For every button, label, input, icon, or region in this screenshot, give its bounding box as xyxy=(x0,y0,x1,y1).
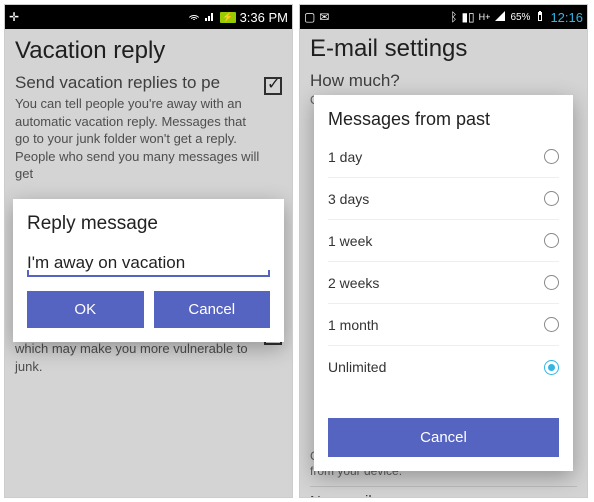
option-2-weeks[interactable]: 2 weeks xyxy=(328,262,559,304)
message-icon: ✉ xyxy=(319,10,329,24)
radio-icon xyxy=(544,360,559,375)
screenshot-icon: ▢ xyxy=(304,10,315,24)
option-1-week[interactable]: 1 week xyxy=(328,220,559,262)
cancel-button[interactable]: Cancel xyxy=(328,418,559,457)
option-label: Unlimited xyxy=(328,359,386,375)
battery-text: 65% xyxy=(510,12,530,23)
bluetooth-icon: ᛒ xyxy=(450,10,457,24)
option-label: 2 weeks xyxy=(328,275,379,291)
signal-icon xyxy=(204,10,216,25)
option-label: 1 week xyxy=(328,233,372,249)
option-label: 1 day xyxy=(328,149,362,165)
option-3-days[interactable]: 3 days xyxy=(328,178,559,220)
vibrate-icon: ▮▯ xyxy=(461,10,474,24)
battery-icon xyxy=(534,10,546,25)
radio-icon xyxy=(544,275,559,290)
radio-icon xyxy=(544,149,559,164)
gps-icon: ✛ xyxy=(9,10,19,24)
options-list: 1 day 3 days 1 week 2 weeks xyxy=(328,136,559,412)
clock-text: 3:36 PM xyxy=(240,10,288,25)
data-icon: H+ xyxy=(479,12,491,22)
signal-icon xyxy=(494,10,506,25)
battery-icon: ⚡ xyxy=(220,12,235,23)
radio-icon xyxy=(544,233,559,248)
messages-from-past-dialog: Messages from past 1 day 3 days 1 week xyxy=(314,95,573,471)
option-label: 3 days xyxy=(328,191,369,207)
option-1-month[interactable]: 1 month xyxy=(328,304,559,346)
reply-message-input[interactable] xyxy=(27,253,270,273)
cancel-button[interactable]: Cancel xyxy=(154,291,271,328)
option-label: 1 month xyxy=(328,317,379,333)
option-1-day[interactable]: 1 day xyxy=(328,136,559,178)
radio-icon xyxy=(544,317,559,332)
reply-message-dialog: Reply message OK Cancel xyxy=(13,199,284,342)
radio-icon xyxy=(544,191,559,206)
option-unlimited[interactable]: Unlimited xyxy=(328,346,559,388)
ok-button[interactable]: OK xyxy=(27,291,144,328)
wifi-icon xyxy=(188,10,200,25)
clock-text: 12:16 xyxy=(550,10,583,25)
dialog-title: Messages from past xyxy=(328,109,559,130)
status-bar: ✛ ⚡ 3:36 PM xyxy=(5,5,292,29)
status-bar: ▢ ✉ ᛒ ▮▯ H+ 65% 12:16 xyxy=(300,5,587,29)
dialog-title: Reply message xyxy=(27,213,270,235)
phone-right: ▢ ✉ ᛒ ▮▯ H+ 65% 12:16 E-mail settings Ho… xyxy=(299,4,588,498)
phone-left: ✛ ⚡ 3:36 PM Vacation reply Send vacation… xyxy=(4,4,293,498)
